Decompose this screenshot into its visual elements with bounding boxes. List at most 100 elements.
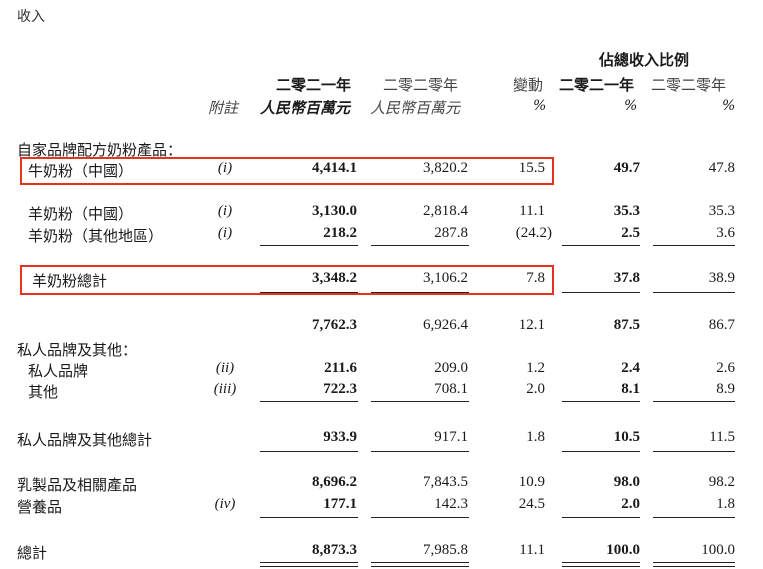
row-chg: 1.8 — [526, 429, 545, 445]
subtotal-rule — [653, 401, 735, 402]
row-p2020: 47.8 — [708, 160, 735, 176]
header-2021-unit: 人民幣百萬元 — [260, 99, 351, 117]
header-pct-2021: 二零二一年 — [559, 76, 635, 94]
row-p2021: 35.3 — [613, 203, 640, 219]
section-title: 收入 — [17, 9, 45, 25]
row-label: 私人品牌及其他總計 — [17, 431, 153, 449]
row-label: 營養品 — [17, 498, 63, 516]
row-chg: 15.5 — [518, 160, 545, 176]
row-note: (iv) — [214, 496, 236, 512]
row-p2020: 98.2 — [708, 474, 735, 490]
row-v2020: 7,985.8 — [423, 542, 468, 558]
row-label: 牛奶粉（中國） — [28, 162, 134, 180]
group-private: 私人品牌及其他： — [17, 341, 138, 359]
row-p2021: 100.0 — [606, 542, 640, 558]
subtotal-rule — [371, 517, 469, 518]
row-p2020: 8.9 — [716, 381, 735, 397]
row-v2021: 722.3 — [323, 381, 357, 397]
total-double-rule — [260, 562, 358, 563]
subtotal-rule — [562, 517, 640, 518]
row-note: (i) — [217, 225, 233, 241]
row-chg: 10.9 — [518, 474, 545, 490]
row-v2020: 7,843.5 — [423, 474, 468, 490]
header-2020: 二零二零年 — [383, 76, 459, 94]
row-v2020: 287.8 — [434, 225, 468, 241]
subtotal-rule — [260, 245, 358, 246]
subtotal-rule — [371, 451, 469, 452]
header-group-pct: 佔總收入比例 — [599, 51, 690, 69]
row-chg: 24.5 — [518, 496, 545, 512]
subtotal-rule — [653, 245, 735, 246]
row-p2021: 87.5 — [613, 317, 640, 333]
subtotal-rule — [562, 451, 640, 452]
row-p2020: 38.9 — [708, 270, 735, 286]
header-change: 變動 — [513, 76, 544, 94]
row-label: 羊奶粉（中國） — [28, 205, 134, 223]
row-chg: 12.1 — [518, 317, 545, 333]
row-v2020: 3,820.2 — [423, 160, 468, 176]
header-2020-unit: 人民幣百萬元 — [370, 99, 461, 117]
header-pct-2021-unit: % — [624, 98, 638, 114]
row-label: 羊奶粉（其他地區） — [28, 227, 164, 245]
row-p2021: 10.5 — [613, 429, 640, 445]
row-v2020: 917.1 — [434, 429, 468, 445]
row-chg: 7.8 — [526, 270, 545, 286]
row-p2021: 37.8 — [613, 270, 640, 286]
header-pct-2020: 二零二零年 — [651, 76, 727, 94]
row-p2021: 98.0 — [613, 474, 640, 490]
subtotal-rule — [562, 401, 640, 402]
row-label: 羊奶粉總計 — [32, 272, 108, 290]
row-v2021: 3,130.0 — [312, 203, 357, 219]
subtotal-rule — [260, 451, 358, 452]
row-v2020: 2,818.4 — [423, 203, 468, 219]
row-p2020: 2.6 — [716, 360, 735, 376]
row-v2021: 4,414.1 — [312, 160, 357, 176]
subtotal-rule — [260, 292, 358, 293]
total-double-rule — [653, 562, 735, 563]
row-v2021: 3,348.2 — [312, 270, 357, 286]
subtotal-rule — [562, 245, 640, 246]
row-v2021: 8,696.2 — [312, 474, 357, 490]
row-chg: 1.2 — [526, 360, 545, 376]
subtotal-rule — [371, 401, 469, 402]
row-v2020: 209.0 — [434, 360, 468, 376]
row-p2021: 8.1 — [621, 381, 640, 397]
row-label: 私人品牌 — [28, 362, 89, 380]
row-label: 乳製品及相關產品 — [17, 476, 138, 494]
row-chg: (24.2) — [515, 225, 552, 241]
subtotal-rule — [562, 292, 640, 293]
row-note: (ii) — [215, 360, 235, 376]
header-pct-2020-unit: % — [722, 98, 736, 114]
row-v2020: 6,926.4 — [423, 317, 468, 333]
row-v2021: 7,762.3 — [312, 317, 357, 333]
row-v2021: 8,873.3 — [312, 542, 357, 558]
subtotal-rule — [653, 451, 735, 452]
subtotal-rule — [653, 517, 735, 518]
row-p2021: 2.5 — [621, 225, 640, 241]
row-v2020: 3,106.2 — [423, 270, 468, 286]
row-label: 其他 — [28, 383, 59, 401]
row-note: (i) — [217, 203, 233, 219]
row-v2021: 211.6 — [324, 360, 357, 376]
row-chg: 11.1 — [519, 542, 545, 558]
row-label: 總計 — [17, 544, 48, 562]
row-v2020: 142.3 — [434, 496, 468, 512]
subtotal-rule — [371, 245, 469, 246]
row-p2021: 2.4 — [621, 360, 640, 376]
row-chg: 2.0 — [526, 381, 545, 397]
row-p2020: 86.7 — [708, 317, 735, 333]
header-note: 附註 — [208, 99, 239, 117]
row-v2021: 933.9 — [323, 429, 357, 445]
row-p2020: 11.5 — [709, 429, 735, 445]
total-double-rule — [371, 566, 469, 567]
row-note: (i) — [217, 160, 233, 176]
row-v2020: 708.1 — [434, 381, 468, 397]
header-2021: 二零二一年 — [276, 76, 352, 94]
total-double-rule — [562, 566, 640, 567]
total-double-rule — [260, 566, 358, 567]
total-double-rule — [653, 566, 735, 567]
header-change-unit: % — [533, 98, 547, 114]
subtotal-rule — [653, 292, 735, 293]
subtotal-rule — [260, 517, 358, 518]
subtotal-rule — [260, 401, 358, 402]
